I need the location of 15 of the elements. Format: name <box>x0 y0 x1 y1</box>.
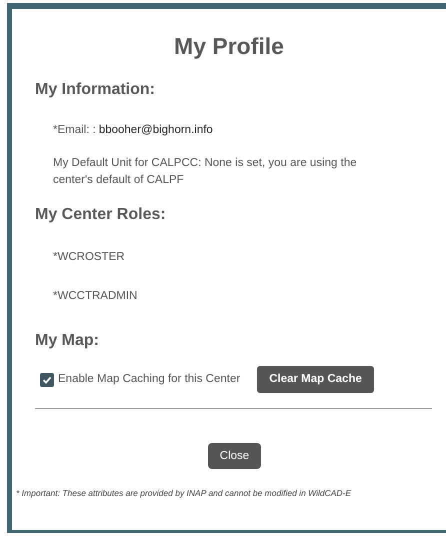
dialog-title: My Profile <box>173 32 285 61</box>
role-item: *WCROSTER <box>52 250 126 265</box>
section-heading: My Center Roles: <box>35 204 167 225</box>
check-icon <box>42 374 52 385</box>
footnote: * Important: These attributes are provided by INAP and cannot be modified in WildCAD-E <box>15 487 352 500</box>
role-item: *WCCTRADMIN <box>52 289 138 304</box>
section-heading: My Information: <box>35 80 156 100</box>
section-heading: My Map: <box>35 331 100 352</box>
close-button[interactable]: Close <box>208 443 262 470</box>
caching-label: Enable Map Caching for this Center <box>58 372 240 388</box>
email-label: *Email: : <box>53 122 96 138</box>
caching-checkbox[interactable] <box>40 372 54 387</box>
email-value: bbooher@bighorn.info <box>98 122 213 138</box>
default-unit-text: My Default Unit for CALPCC: None is set, you are using the center's default of CALPF <box>52 156 358 188</box>
clear-map-cache-button[interactable]: Clear Map Cache <box>257 366 374 394</box>
